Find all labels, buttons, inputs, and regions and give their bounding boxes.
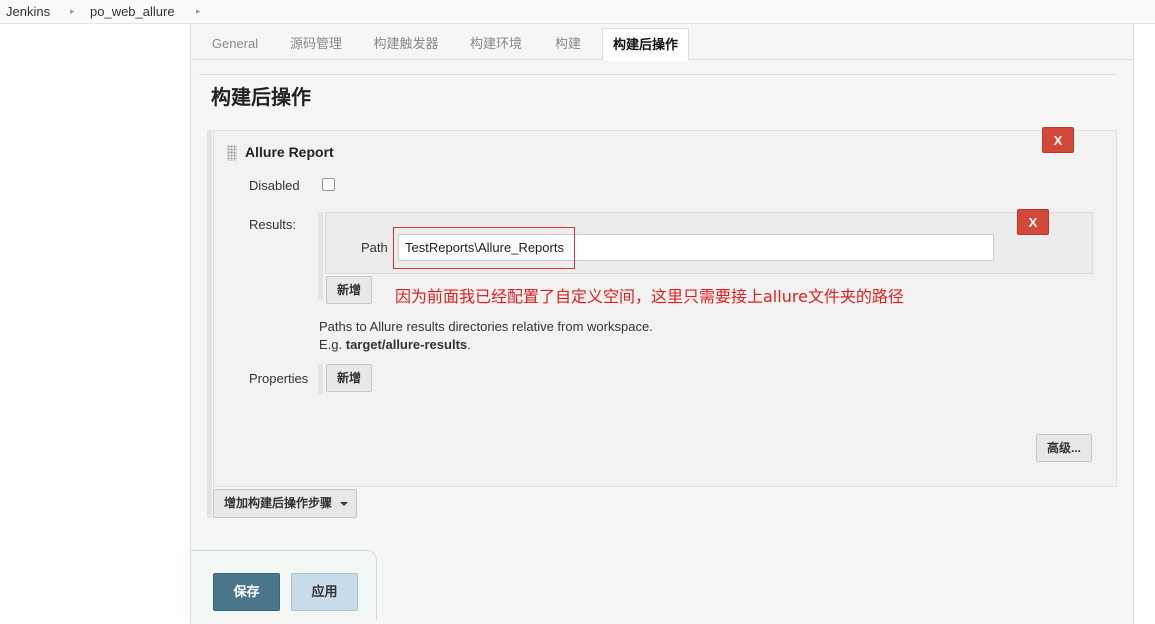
add-post-build-step-button[interactable]: 增加构建后操作步骤 <box>213 489 357 518</box>
disabled-checkbox[interactable] <box>322 178 335 191</box>
apply-button[interactable]: 应用 <box>291 573 358 611</box>
disabled-label: Disabled <box>249 178 300 193</box>
results-side-bar <box>318 212 323 300</box>
breadcrumb-item-jenkins[interactable]: Jenkins <box>6 4 50 19</box>
tab-source-control[interactable]: 源码管理 <box>281 28 351 60</box>
allure-report-block <box>213 130 1117 487</box>
highlight-box <box>393 227 575 269</box>
breadcrumb-arrow-icon[interactable]: ▸ <box>70 6 75 17</box>
drag-handle-icon[interactable] <box>227 145 237 161</box>
results-label: Results: <box>249 217 296 232</box>
help-suffix: . <box>467 337 471 352</box>
help-example: target/allure-results <box>345 337 468 352</box>
delete-path-button[interactable]: X <box>1017 209 1049 235</box>
plugin-title: Allure Report <box>245 144 334 160</box>
delete-plugin-button[interactable]: X <box>1042 127 1074 153</box>
breadcrumb: Jenkins ▸ po_web_allure ▸ <box>0 0 1155 24</box>
dropdown-caret-icon <box>340 502 348 506</box>
tab-general[interactable]: General <box>203 28 267 60</box>
properties-add-button[interactable]: 新增 <box>326 364 372 392</box>
help-text-line1: Paths to Allure results directories rela… <box>319 319 653 334</box>
help-text-line2: E.g. target/allure-results. <box>319 337 471 352</box>
annotation-note: 因为前面我已经配置了自定义空间，这里只需要接上allure文件夹的路径 <box>395 287 904 306</box>
help-prefix: E.g. <box>319 337 346 352</box>
path-label: Path <box>361 240 388 255</box>
breadcrumb-item-job[interactable]: po_web_allure <box>90 4 175 19</box>
tab-build-environment[interactable]: 构建环境 <box>461 28 531 60</box>
properties-label: Properties <box>249 371 309 386</box>
tab-post-build-actions[interactable]: 构建后操作 <box>602 28 689 61</box>
tab-build-triggers[interactable]: 构建触发器 <box>365 28 447 60</box>
bottom-sticker: 保存 应用 <box>190 550 377 620</box>
advanced-button[interactable]: 高级... <box>1036 434 1092 462</box>
plugin-side-bar <box>207 130 212 518</box>
section-divider <box>199 74 1117 75</box>
results-add-button[interactable]: 新增 <box>326 276 372 304</box>
save-button[interactable]: 保存 <box>213 573 280 611</box>
config-panel: General 源码管理 构建触发器 构建环境 构建 构建后操作 构建后操作 X… <box>190 24 1134 624</box>
config-tabs: General 源码管理 构建触发器 构建环境 构建 构建后操作 <box>191 24 1133 61</box>
breadcrumb-arrow-icon[interactable]: ▸ <box>196 6 201 17</box>
section-title: 构建后操作 <box>211 87 311 109</box>
properties-side-bar <box>318 364 323 394</box>
add-post-build-step-label: 增加构建后操作步骤 <box>224 496 333 510</box>
tab-build[interactable]: 构建 <box>545 28 591 60</box>
